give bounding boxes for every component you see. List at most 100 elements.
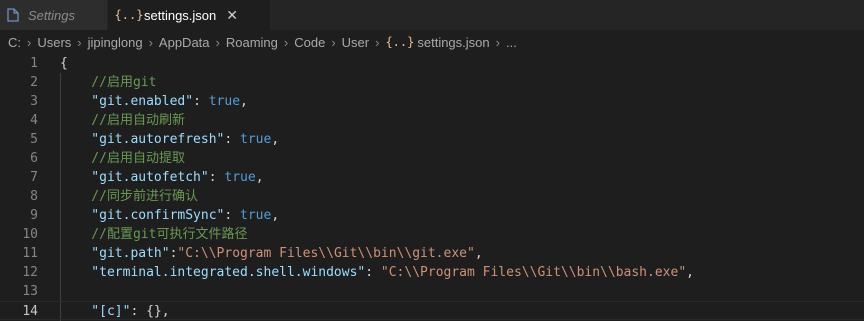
- line-number: 9: [30, 208, 38, 223]
- code-token-key: "git.autofetch": [60, 170, 209, 185]
- code-token-punc: {: [60, 56, 68, 71]
- code-token-comment: //同步前进行确认: [60, 189, 198, 204]
- code-line[interactable]: 2 //启用git: [0, 73, 864, 92]
- breadcrumb-item-users[interactable]: Users: [37, 35, 71, 50]
- close-icon[interactable]: ✕: [226, 7, 238, 24]
- code-text: "[c]": {},: [60, 302, 170, 321]
- file-icon: [4, 8, 22, 22]
- line-number: 6: [30, 151, 38, 166]
- line-number: 3: [30, 94, 38, 109]
- code-text: {: [60, 54, 68, 73]
- code-line[interactable]: 8 //同步前进行确认: [0, 187, 864, 206]
- code-token-punc: :: [193, 94, 209, 109]
- code-text: "git.autofetch": true,: [60, 168, 264, 187]
- code-line[interactable]: 3 "git.enabled": true,: [0, 92, 864, 111]
- code-token-punc: ,: [271, 132, 280, 147]
- tab-bar: Settings {..} settings.json ✕: [0, 0, 864, 30]
- breadcrumb-item-appdata[interactable]: AppData: [159, 35, 210, 50]
- code-token-str: "C:\\Program Files\\Git\\bin\\git.exe": [177, 246, 475, 261]
- code-text: //启用自动刷新: [60, 111, 185, 130]
- tab-settings-json[interactable]: {..} settings.json ✕: [108, 0, 270, 30]
- code-line[interactable]: 4 //启用自动刷新: [0, 111, 864, 130]
- code-text: "git.confirmSync": true,: [60, 206, 279, 225]
- code-token-key: "git.autorefresh": [60, 132, 225, 147]
- tab-label: Settings: [28, 7, 75, 23]
- breadcrumb-item-user[interactable]: jipinglong: [88, 35, 143, 50]
- line-number: 1: [30, 56, 38, 71]
- line-number: 4: [30, 113, 38, 128]
- code-token-comment: //启用自动刷新: [60, 113, 185, 128]
- code-token-punc: ,: [271, 208, 280, 223]
- code-line[interactable]: 1{: [0, 54, 864, 73]
- code-line[interactable]: 9 "git.confirmSync": true,: [0, 206, 864, 225]
- code-text: "git.path":"C:\\Program Files\\Git\\bin\…: [60, 244, 483, 263]
- code-token-punc: : {},: [130, 304, 170, 319]
- breadcrumb-separator: ›: [495, 34, 500, 50]
- code-token-comment: //启用自动提取: [60, 151, 185, 166]
- code-token-key: "git.enabled": [60, 94, 194, 109]
- code-token-comment: //启用git: [60, 75, 157, 90]
- tab-settings[interactable]: Settings: [0, 0, 108, 30]
- code-text: "git.enabled": true,: [60, 92, 248, 111]
- line-number: 11: [22, 246, 38, 261]
- breadcrumb-separator: ›: [215, 34, 220, 50]
- code-token-punc: ,: [240, 94, 248, 109]
- breadcrumb-separator: ›: [148, 34, 153, 50]
- code-line[interactable]: 5 "git.autorefresh": true,: [0, 130, 864, 149]
- breadcrumb-item-code[interactable]: Code: [294, 35, 325, 50]
- code-token-comment: //配置git可执行文件路径: [60, 227, 248, 242]
- breadcrumb-separator: ›: [27, 34, 32, 50]
- line-number: 5: [30, 132, 38, 147]
- breadcrumb-item-symbols[interactable]: ...: [506, 35, 517, 50]
- breadcrumb-separator: ›: [283, 34, 289, 50]
- json-braces-icon: {..}: [385, 35, 415, 49]
- code-token-key: "git.confirmSync": [60, 208, 225, 223]
- breadcrumb-item-user-folder[interactable]: User: [342, 35, 369, 50]
- json-braces-icon: {..}: [114, 8, 144, 22]
- breadcrumb-item-file[interactable]: settings.json: [417, 35, 489, 50]
- code-line[interactable]: 14 "[c]": {},: [0, 301, 864, 320]
- line-number: 10: [22, 227, 38, 242]
- line-number: 12: [22, 265, 38, 280]
- tab-label: settings.json: [144, 7, 217, 23]
- code-line[interactable]: 10 //配置git可执行文件路径: [0, 225, 864, 244]
- code-line[interactable]: 11 "git.path":"C:\\Program Files\\Git\\b…: [0, 244, 864, 263]
- code-text: //启用git: [60, 73, 156, 92]
- code-token-str: "C:\\Program Files\\Git\\bin\\bash.exe": [380, 265, 687, 280]
- code-token-punc: ,: [686, 265, 694, 280]
- code-line[interactable]: 7 "git.autofetch": true,: [0, 168, 864, 187]
- breadcrumb-item-drive[interactable]: C:: [8, 35, 21, 50]
- code-token-punc: ,: [474, 246, 483, 261]
- line-number: 7: [30, 170, 38, 185]
- code-token-key: "[c]": [60, 304, 131, 319]
- line-number: 8: [30, 189, 38, 204]
- breadcrumb-separator: ›: [375, 34, 380, 50]
- code-token-bool: true: [240, 208, 272, 223]
- line-number: 14: [22, 304, 38, 319]
- code-token-key: "git.path": [60, 246, 170, 261]
- code-token-punc: ,: [255, 170, 264, 185]
- code-line[interactable]: 12 "terminal.integrated.shell.windows": …: [0, 263, 864, 282]
- code-token-bool: true: [208, 94, 241, 109]
- breadcrumb: C: › Users › jipinglong › AppData › Roam…: [0, 30, 864, 54]
- code-token-punc: :: [224, 132, 241, 147]
- code-token-punc: :: [365, 265, 381, 280]
- code-token-bool: true: [240, 132, 272, 147]
- code-text: "terminal.integrated.shell.windows": "C:…: [60, 263, 694, 282]
- breadcrumb-separator: ›: [77, 34, 82, 50]
- code-token-bool: true: [224, 170, 256, 185]
- code-text: //配置git可执行文件路径: [60, 225, 247, 244]
- code-token-key: "terminal.integrated.shell.windows": [60, 265, 366, 280]
- breadcrumb-item-roaming[interactable]: Roaming: [226, 35, 278, 50]
- code-token-punc: :: [224, 208, 241, 223]
- breadcrumb-separator: ›: [331, 34, 336, 50]
- code-editor[interactable]: 1{2 //启用git 3 "git.enabled": true, 4 //启用自…: [0, 54, 864, 321]
- code-text: //同步前进行确认: [60, 187, 198, 206]
- code-line[interactable]: 13: [0, 282, 864, 301]
- code-line[interactable]: 6 //启用自动提取: [0, 149, 864, 168]
- code-text: //启用自动提取: [60, 149, 185, 168]
- code-text: "git.autorefresh": true,: [60, 130, 279, 149]
- line-number: 13: [22, 284, 38, 299]
- line-number: 2: [30, 75, 38, 90]
- code-token-punc: :: [208, 170, 225, 185]
